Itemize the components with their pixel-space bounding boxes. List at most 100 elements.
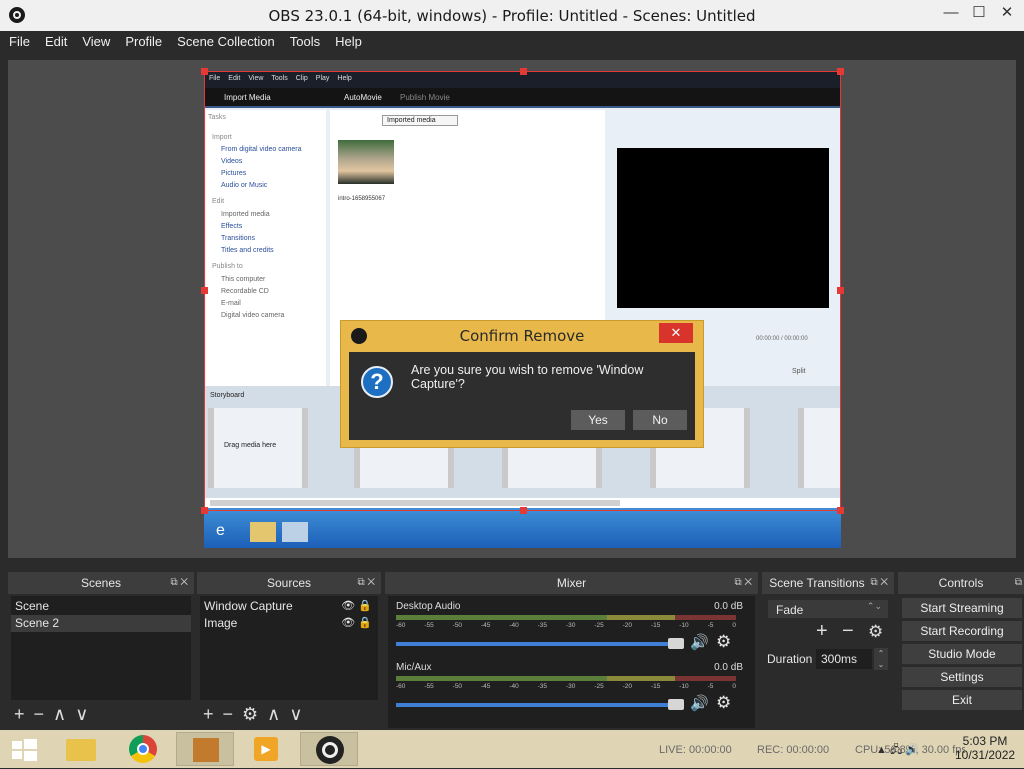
gear-icon[interactable]: ⚙ [716,693,731,713]
source-item[interactable]: Image 👁 🔒 [200,615,378,632]
source-name: Image [204,616,238,630]
window-title: OBS 23.0.1 (64-bit, windows) - Profile: … [268,7,756,25]
move-down-icon[interactable]: ∨ [289,704,302,725]
speaker-icon[interactable]: 🔊 [690,633,709,651]
studio-mode-button[interactable]: Studio Mode [902,644,1022,664]
gear-icon[interactable]: ⚙ [716,632,731,652]
scale-label: -35 [537,622,548,629]
resize-handle[interactable] [201,287,208,294]
resize-handle[interactable] [520,68,527,75]
dock-float-close-icon[interactable]: ⧉ ✕ [170,572,188,594]
volume-slider[interactable] [396,703,680,707]
add-icon[interactable]: + [816,620,828,643]
scale-label: -45 [480,622,491,629]
dock-float-close-icon[interactable]: ⧉ ✕ [357,572,375,594]
maximize-button[interactable]: ☐ [965,2,993,24]
scale-label: -20 [622,683,633,690]
menu-scene-collection[interactable]: Scene Collection [168,31,281,49]
scenes-dock: Scenes ⧉ ✕ Scene Scene 2 + − ∧ ∨ [8,572,194,730]
dock-float-close-icon[interactable]: ⧉ ✕ [870,572,888,594]
dialog-title: Confirm Remove [459,327,585,345]
menu-file[interactable]: File [0,31,36,49]
resize-handle[interactable] [201,507,208,514]
add-icon[interactable]: + [203,704,214,725]
gear-icon[interactable]: ⚙ [868,622,883,642]
duration-spinner[interactable]: ⌃ ⌄ [874,648,888,670]
transition-select[interactable]: Fade ⌃⌄ [768,600,888,618]
yes-button[interactable]: Yes [571,410,625,430]
volume-meter [396,676,736,681]
controls-dock-header: Controls ⧉ [898,572,1024,594]
movie-maker-taskbar-icon[interactable] [176,732,234,766]
transitions-title: Scene Transitions [769,576,865,590]
obs-taskbar-icon[interactable] [300,732,358,766]
live-status: LIVE: 00:00:00 [659,744,732,756]
start-recording-button[interactable]: Start Recording [902,621,1022,641]
mixer-dock-header: Mixer ⧉ ✕ [385,572,758,594]
resize-handle[interactable] [837,68,844,75]
minimize-button[interactable]: — [937,2,965,24]
exit-button[interactable]: Exit [902,690,1022,710]
source-name: Window Capture [204,599,293,613]
volume-slider[interactable] [396,642,680,646]
start-streaming-button[interactable]: Start Streaming [902,598,1022,618]
transition-type: Fade [776,603,804,617]
close-button[interactable]: ✕ [993,2,1021,24]
scale-label: -25 [594,683,604,690]
menu-profile[interactable]: Profile [116,31,168,49]
video-player-icon[interactable]: ▶ [238,732,296,766]
scale-label: -55 [424,683,434,690]
duration-input[interactable]: 300ms [816,649,872,669]
move-up-icon[interactable]: ∧ [53,704,66,725]
add-icon[interactable]: + [14,704,25,725]
scale-label: -45 [480,683,491,690]
settings-button[interactable]: Settings [902,667,1022,687]
scenes-dock-header: Scenes ⧉ ✕ [8,572,194,594]
clock[interactable]: 5:03 PM 10/31/2022 [955,734,1015,762]
gear-icon[interactable]: ⚙ [242,704,258,725]
scale-label: -10 [679,683,689,690]
tray-icons[interactable]: ▲ 🖧 🔊 [876,741,919,760]
scale-label: -55 [424,622,434,629]
title-bar: OBS 23.0.1 (64-bit, windows) - Profile: … [0,0,1024,31]
sources-dock-header: Sources ⧉ ✕ [197,572,381,594]
volume-slider-knob[interactable] [668,638,684,649]
duration-label: Duration [767,652,813,666]
dock-float-icon[interactable]: ⧉ [1015,572,1022,594]
resize-handle[interactable] [520,507,527,514]
resize-handle[interactable] [201,68,208,75]
sources-dock: Sources ⧉ ✕ Window Capture 👁 🔒 Image 👁 🔒 + −… [197,572,381,730]
chevron-updown-icon: ⌃⌄ [866,601,882,611]
visibility-lock-icon[interactable]: 👁 🔒 [341,598,372,615]
remove-icon[interactable]: − [842,620,854,643]
captured-taskbar: e [204,508,841,548]
controls-title: Controls [938,576,984,590]
scene-item[interactable]: Scene 2 [11,615,191,632]
chrome-icon[interactable] [114,732,172,766]
menu-view[interactable]: View [73,31,116,49]
resize-handle[interactable] [837,287,844,294]
sources-footer: + − ⚙ ∧ ∨ [203,704,312,726]
file-explorer-icon[interactable] [52,732,110,766]
scene-item[interactable]: Scene [11,598,191,615]
resize-handle[interactable] [837,507,844,514]
move-down-icon[interactable]: ∨ [75,704,88,725]
scale-label: -60 [396,683,406,690]
dock-float-close-icon[interactable]: ⧉ ✕ [734,572,752,594]
remove-icon[interactable]: − [223,704,234,725]
remove-icon[interactable]: − [34,704,45,725]
move-up-icon[interactable]: ∧ [267,704,280,725]
visibility-lock-icon[interactable]: 👁 🔒 [341,615,372,632]
source-item[interactable]: Window Capture 👁 🔒 [200,598,378,615]
menu-edit[interactable]: Edit [36,31,73,49]
speaker-icon[interactable]: 🔊 [690,694,709,712]
scale-label: -40 [509,622,519,629]
menu-tools[interactable]: Tools [281,31,326,49]
start-button[interactable] [0,732,50,766]
volume-slider-knob[interactable] [668,699,684,710]
meter-scale: -60 -55 -50 -45 -40 -35 -30 -25 -20 -15 -10 -5 0 [396,683,736,693]
dialog-close-button[interactable]: ✕ [659,323,693,343]
menu-help[interactable]: Help [326,31,368,49]
no-button[interactable]: No [633,410,687,430]
scenes-title: Scenes [80,576,122,590]
